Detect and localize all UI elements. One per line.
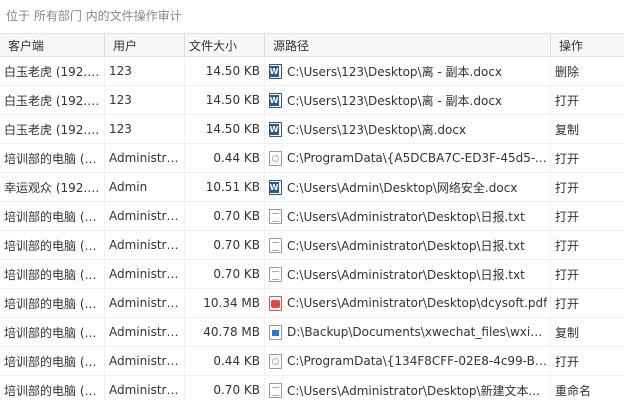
file-audit-table: 客户端 用户 文件大小 源路径 操作 白玉老虎 (192.1... 123 14.5… bbox=[0, 33, 624, 400]
client-cell: 培训部的电脑 (1... bbox=[0, 144, 105, 172]
path-cell: D:\Backup\Documents\xwechat_files\wxid..… bbox=[265, 318, 551, 346]
table-row[interactable]: 白玉老虎 (192.1...12314.50 KBC:\Users\123\De… bbox=[0, 115, 624, 144]
action-cell: 删除 bbox=[555, 64, 580, 79]
action-cell: 打开 bbox=[555, 93, 580, 108]
size-cell: 14.50 KB bbox=[185, 115, 265, 143]
system-file-icon bbox=[269, 353, 282, 369]
table-row[interactable]: 白玉老虎 (192.1...12314.50 KBC:\Users\123\De… bbox=[0, 57, 624, 86]
user-cell: Administrat... bbox=[105, 289, 185, 317]
user-cell: Admin bbox=[105, 173, 185, 201]
action-cell: 打开 bbox=[555, 296, 580, 311]
user-cell: Administrat... bbox=[105, 318, 185, 346]
system-file-icon bbox=[269, 150, 282, 166]
path-cell: C:\Users\123\Desktop\离.docx bbox=[265, 115, 551, 143]
page-caption: 位于 所有部门 内的文件操作审计 bbox=[6, 9, 182, 23]
client-cell: 白玉老虎 (192.1... bbox=[0, 57, 105, 85]
client-cell: 培训部的电脑 (1... bbox=[0, 347, 105, 375]
path-cell: C:\ProgramData\{134F8CFF-02E8-4c99-B2... bbox=[265, 347, 551, 375]
size-cell: 0.70 KB bbox=[185, 202, 265, 230]
word-icon bbox=[269, 63, 282, 79]
word-icon bbox=[269, 121, 282, 137]
client-cell: 培训部的电脑 (1... bbox=[0, 376, 105, 400]
column-header-client[interactable]: 客户端 bbox=[0, 34, 105, 56]
path-cell: C:\Users\Administrator\Desktop\日报.txt bbox=[265, 231, 551, 259]
action-cell: 打开 bbox=[555, 354, 580, 369]
image-file-icon bbox=[269, 324, 282, 340]
text-file-icon bbox=[269, 382, 282, 398]
path-cell: C:\Users\Administrator\Desktop\日报.txt bbox=[265, 202, 551, 230]
user-cell: Administrat... bbox=[105, 376, 185, 400]
pdf-icon bbox=[269, 295, 282, 311]
size-cell: 0.70 KB bbox=[185, 260, 265, 288]
table-header: 客户端 用户 文件大小 源路径 操作 bbox=[0, 33, 624, 57]
user-cell: 123 bbox=[105, 115, 185, 143]
action-cell: 打开 bbox=[555, 267, 580, 282]
size-cell: 10.34 MB bbox=[185, 289, 265, 317]
user-cell: Administrat... bbox=[105, 231, 185, 259]
user-cell: 123 bbox=[105, 57, 185, 85]
size-cell: 14.50 KB bbox=[185, 57, 265, 85]
path-cell: C:\Users\123\Desktop\离 - 副本.docx bbox=[265, 86, 551, 114]
table-row[interactable]: 培训部的电脑 (1... Administrat... 10.34 MB C:\Use… bbox=[0, 289, 624, 318]
client-cell: 培训部的电脑 (1... bbox=[0, 289, 105, 317]
path-cell: C:\Users\Administrator\Desktop\日报.txt bbox=[265, 260, 551, 288]
size-cell: 40.78 MB bbox=[185, 318, 265, 346]
client-cell: 培训部的电脑 (1... bbox=[0, 231, 105, 259]
column-header-action[interactable]: 操作 bbox=[551, 34, 624, 56]
size-cell: 0.70 KB bbox=[185, 231, 265, 259]
table-row[interactable]: 培训部的电脑 (1... Administrat... 0.70 KB C:\User… bbox=[0, 202, 624, 231]
title-bar: 位于 所有部门 内的文件操作审计 bbox=[0, 0, 624, 30]
path-cell: C:\Users\Administrator\Desktop\dcysoft.p… bbox=[265, 289, 551, 317]
user-cell: Administrat... bbox=[105, 202, 185, 230]
table-row[interactable]: 培训部的电脑 (1... Administrat... 0.44 KB C:\Prog… bbox=[0, 144, 624, 173]
size-cell: 14.50 KB bbox=[185, 86, 265, 114]
table-row[interactable]: 培训部的电脑 (1... Administrat... 0.44 KB C:\Prog… bbox=[0, 347, 624, 376]
path-cell: C:\Users\Administrator\Desktop\新建文本... bbox=[265, 376, 551, 400]
action-cell: 打开 bbox=[555, 151, 580, 166]
table-row[interactable]: 培训部的电脑 (1... Administrat... 0.70 KB C:\User… bbox=[0, 260, 624, 289]
text-file-icon bbox=[269, 237, 282, 253]
path-cell: C:\ProgramData\{A5DCBA7C-ED3F-45d5-B... bbox=[265, 144, 551, 172]
client-cell: 培训部的电脑 (1... bbox=[0, 318, 105, 346]
word-icon bbox=[269, 92, 282, 108]
action-cell: 复制 bbox=[555, 325, 580, 340]
client-cell: 幸运观众 (192.1... bbox=[0, 173, 105, 201]
column-header-path[interactable]: 源路径 bbox=[265, 34, 551, 56]
table-row[interactable]: 幸运观众 (192.1...Admin10.51 KBC:\Users\Admi… bbox=[0, 173, 624, 202]
size-cell: 0.44 KB bbox=[185, 144, 265, 172]
text-file-icon bbox=[269, 208, 282, 224]
client-cell: 白玉老虎 (192.1... bbox=[0, 86, 105, 114]
client-cell: 培训部的电脑 (1... bbox=[0, 260, 105, 288]
table-row[interactable]: 白玉老虎 (192.1...12314.50 KBC:\Users\123\De… bbox=[0, 86, 624, 115]
client-cell: 培训部的电脑 (1... bbox=[0, 202, 105, 230]
client-cell: 白玉老虎 (192.1... bbox=[0, 115, 105, 143]
user-cell: 123 bbox=[105, 86, 185, 114]
table-row[interactable]: 培训部的电脑 (1... Administrat... 0.70 KB C:\User… bbox=[0, 231, 624, 260]
action-cell: 打开 bbox=[555, 238, 580, 253]
size-cell: 0.44 KB bbox=[185, 347, 265, 375]
user-cell: Administrat... bbox=[105, 260, 185, 288]
action-cell: 重命名 bbox=[555, 383, 592, 398]
path-cell: C:\Users\Admin\Desktop\网络安全.docx bbox=[265, 173, 551, 201]
size-cell: 0.70 KB bbox=[185, 376, 265, 400]
column-header-size[interactable]: 文件大小 bbox=[185, 34, 265, 56]
column-header-user[interactable]: 用户 bbox=[105, 34, 185, 56]
user-cell: Administrat... bbox=[105, 347, 185, 375]
action-cell: 打开 bbox=[555, 209, 580, 224]
word-icon bbox=[269, 179, 282, 195]
action-cell: 复制 bbox=[555, 122, 580, 137]
user-cell: Administrat... bbox=[105, 144, 185, 172]
size-cell: 10.51 KB bbox=[185, 173, 265, 201]
text-file-icon bbox=[269, 266, 282, 282]
table-row[interactable]: 培训部的电脑 (1... Administrat... 40.78 MB D:\Bac… bbox=[0, 318, 624, 347]
table-row[interactable]: 培训部的电脑 (1... Administrat... 0.70 KB C:\User… bbox=[0, 376, 624, 400]
action-cell: 打开 bbox=[555, 180, 580, 195]
path-cell: C:\Users\123\Desktop\离 - 副本.docx bbox=[265, 57, 551, 85]
